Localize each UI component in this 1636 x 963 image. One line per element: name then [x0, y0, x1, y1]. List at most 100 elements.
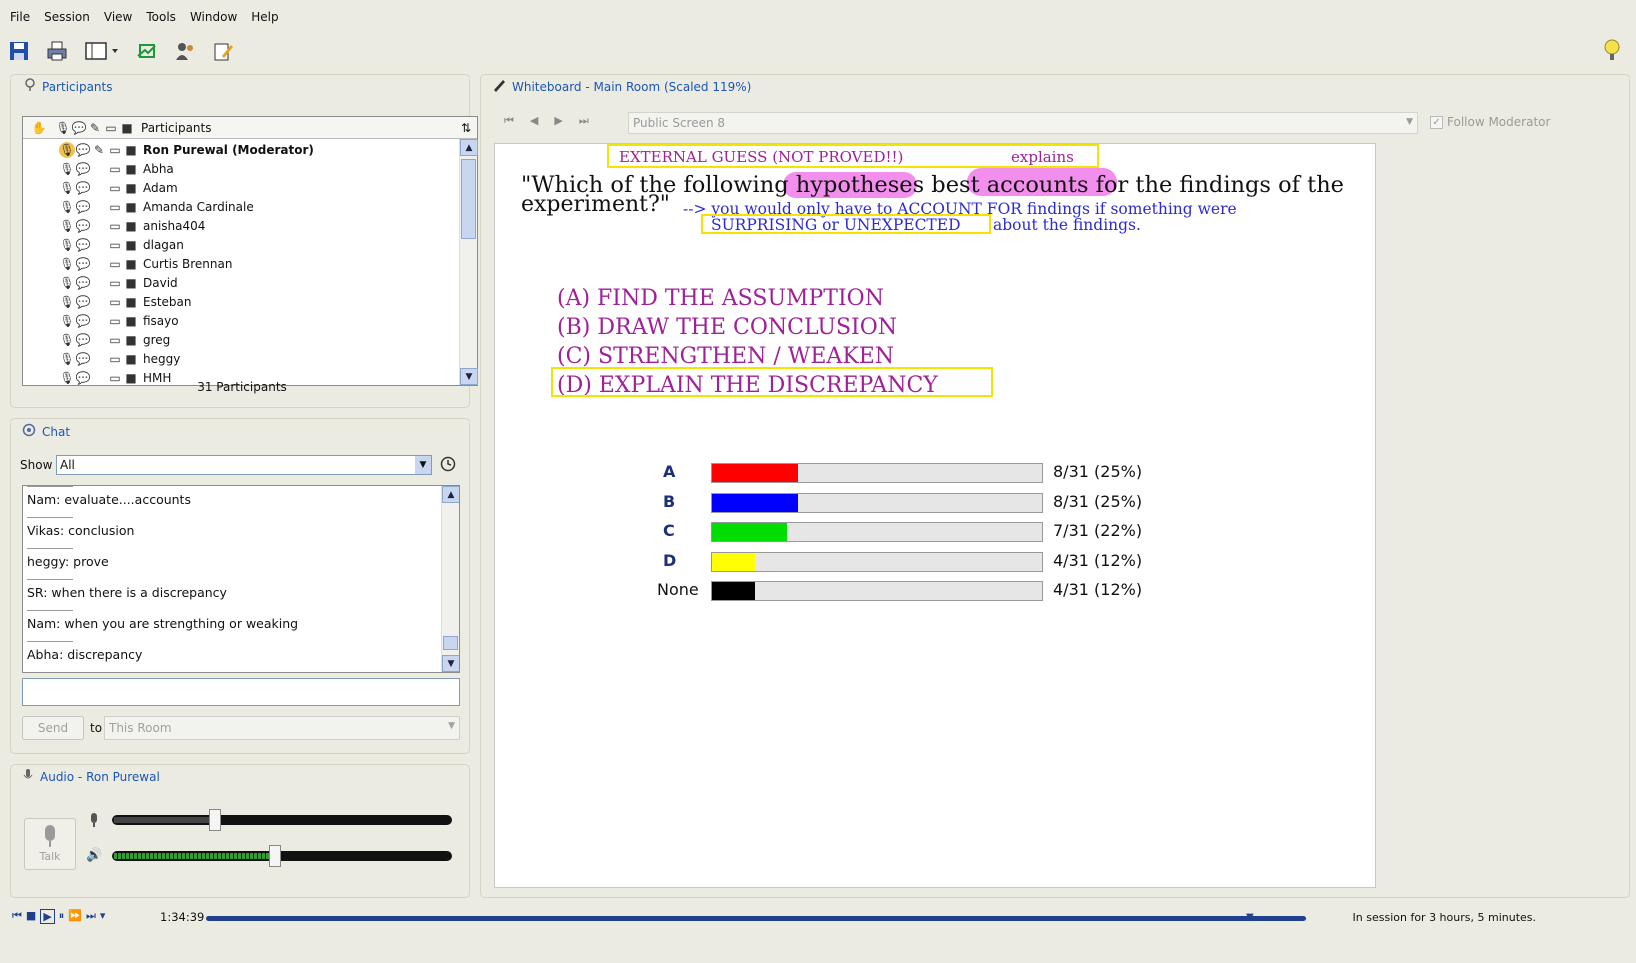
mic-volume-fill: [114, 817, 215, 823]
clock-icon[interactable]: [440, 456, 456, 475]
scroll-thumb[interactable]: [443, 636, 458, 650]
participant-row[interactable]: 🎙 💬 ▭ ■ Curtis Brennan: [59, 254, 477, 273]
follow-moderator-checkbox[interactable]: ✓: [1430, 115, 1443, 129]
camera-icon: ■: [125, 313, 137, 328]
pen-icon: [91, 161, 107, 177]
participant-row[interactable]: 🎙 💬 ▭ ■ David: [59, 273, 477, 292]
screen-navigation: ⏮ ◀ ▶ ⏭: [504, 114, 589, 128]
menu-tools[interactable]: Tools: [146, 10, 176, 24]
mic-icon: 🎙: [59, 256, 75, 271]
chat-filter-value: All: [60, 458, 75, 472]
share-icon[interactable]: [134, 38, 160, 64]
poll-category-label: None: [657, 580, 699, 599]
participant-row[interactable]: 🎙 💬 ▭ ■ fisayo: [59, 311, 477, 330]
chat-messages: Nam: evaluate....accounts Vikas: conclusi…: [23, 486, 459, 672]
chevron-down-icon[interactable]: ▼: [448, 721, 455, 731]
follow-moderator-toggle[interactable]: ✓ Follow Moderator: [1430, 115, 1550, 129]
talk-button[interactable]: Talk: [24, 818, 76, 870]
help-hint-icon[interactable]: [1602, 38, 1622, 65]
question-line-2: experiment?": [521, 192, 670, 217]
participant-row[interactable]: 🎙 💬 ▭ ■ Adam: [59, 178, 477, 197]
save-icon[interactable]: [6, 38, 32, 64]
session-duration-status: In session for 3 hours, 5 minutes.: [1352, 911, 1536, 924]
participant-row[interactable]: 🎙 💬 ▭ ■ Abha: [59, 159, 477, 178]
playback-timeline[interactable]: ▼: [206, 912, 1306, 923]
chat-status-icon: 💬: [75, 351, 91, 366]
screen-column-icon[interactable]: ▭: [103, 120, 119, 136]
screen-icon: ▭: [109, 313, 121, 328]
pen-icon: [91, 332, 107, 348]
fast-forward-icon[interactable]: ⏩: [68, 909, 82, 924]
poll-bar-track: [711, 463, 1043, 483]
last-screen-icon[interactable]: ⏭: [579, 114, 589, 128]
participant-row[interactable]: 🎙 💬 ▭ ■ heggy: [59, 349, 477, 368]
layout-dropdown-icon[interactable]: [82, 38, 122, 64]
participant-name: Ron Purewal (Moderator): [143, 142, 314, 157]
edit-icon[interactable]: [210, 38, 236, 64]
chat-input[interactable]: [22, 678, 460, 706]
menu-help[interactable]: Help: [251, 10, 278, 24]
mic-level-icon: [88, 812, 100, 831]
speed-dropdown-icon[interactable]: ▾: [100, 909, 106, 924]
playback-position-marker[interactable]: ▼: [1246, 912, 1254, 923]
participant-name: Abha: [143, 161, 174, 176]
play-icon[interactable]: ▶: [40, 909, 55, 924]
mic-volume-thumb[interactable]: [208, 809, 221, 831]
participant-row[interactable]: 🎙 💬 ▭ ■ greg: [59, 330, 477, 349]
chat-scrollbar[interactable]: ▲ ▼: [441, 486, 459, 672]
participant-name: David: [143, 275, 178, 290]
scroll-thumb[interactable]: [461, 159, 476, 239]
participant-name: Amanda Cardinale: [143, 199, 254, 214]
chat-filter-select[interactable]: All ▼: [56, 455, 432, 475]
print-icon[interactable]: [44, 38, 70, 64]
next-screen-icon[interactable]: ▶: [554, 114, 562, 128]
scroll-up-icon[interactable]: ▲: [460, 139, 478, 156]
camera-icon: ■: [125, 256, 137, 271]
annotation-about-findings: about the findings.: [993, 216, 1141, 234]
chat-column-icon[interactable]: 💬: [71, 120, 87, 136]
participant-row[interactable]: 🎙 💬 ▭ ■ anisha404: [59, 216, 477, 235]
chat-message: Abha: discrepancy: [23, 641, 459, 672]
participant-row[interactable]: 🎙 💬 ✎ ▭ ■ Ron Purewal (Moderator): [59, 140, 477, 159]
poll-bar: [712, 552, 755, 571]
participant-name: fisayo: [143, 313, 179, 328]
mic-icon: 🎙: [59, 161, 75, 176]
chevron-down-icon[interactable]: ▼: [415, 456, 431, 474]
speaker-volume-thumb[interactable]: [269, 845, 282, 867]
send-button[interactable]: Send: [22, 716, 84, 740]
first-screen-icon[interactable]: ⏮: [504, 114, 514, 128]
poll-value-label: 8/31 (25%): [1053, 462, 1143, 481]
scroll-down-icon[interactable]: ▼: [460, 368, 478, 385]
pen-column-icon[interactable]: ✎: [87, 120, 103, 136]
menu-window[interactable]: Window: [190, 10, 237, 24]
participants-scrollbar[interactable]: ▲ ▼: [459, 139, 478, 385]
mic-volume-slider[interactable]: [112, 809, 452, 831]
raise-hand-icon[interactable]: ✋: [31, 120, 47, 136]
people-icon[interactable]: [172, 38, 198, 64]
speaker-volume-slider[interactable]: [112, 845, 452, 867]
poll-bar: [712, 493, 798, 512]
mic-column-icon[interactable]: 🎙: [55, 120, 71, 136]
stop-icon[interactable]: ■: [26, 909, 36, 924]
rewind-icon[interactable]: ⏮: [12, 909, 22, 924]
scroll-up-icon[interactable]: ▲: [442, 486, 459, 503]
recipient-select[interactable]: This Room ▼: [104, 716, 460, 740]
screen-select[interactable]: Public Screen 8 ▼: [628, 112, 1418, 134]
participant-row[interactable]: 🎙 💬 ▭ ■ Esteban: [59, 292, 477, 311]
scroll-down-icon[interactable]: ▼: [442, 655, 459, 672]
menu-session[interactable]: Session: [44, 10, 90, 24]
chevron-down-icon[interactable]: ▼: [1406, 117, 1413, 127]
menu-file[interactable]: File: [10, 10, 30, 24]
toolbar: [6, 34, 1630, 68]
previous-screen-icon[interactable]: ◀: [530, 114, 538, 128]
sort-icon[interactable]: ⇅: [461, 121, 471, 135]
pause-icon[interactable]: ⏸: [59, 909, 65, 924]
participant-row[interactable]: 🎙 💬 ▭ ■ Amanda Cardinale: [59, 197, 477, 216]
menu-view[interactable]: View: [104, 10, 132, 24]
whiteboard-canvas[interactable]: EXTERNAL GUESS (NOT PROVED!!) explains "…: [494, 143, 1376, 888]
chat-message: heggy: prove: [23, 548, 459, 579]
camera-column-icon[interactable]: ■: [119, 120, 135, 136]
participant-row[interactable]: 🎙 💬 ▭ ■ dlagan: [59, 235, 477, 254]
chat-icon: [22, 423, 36, 440]
skip-end-icon[interactable]: ⏭: [86, 909, 96, 924]
